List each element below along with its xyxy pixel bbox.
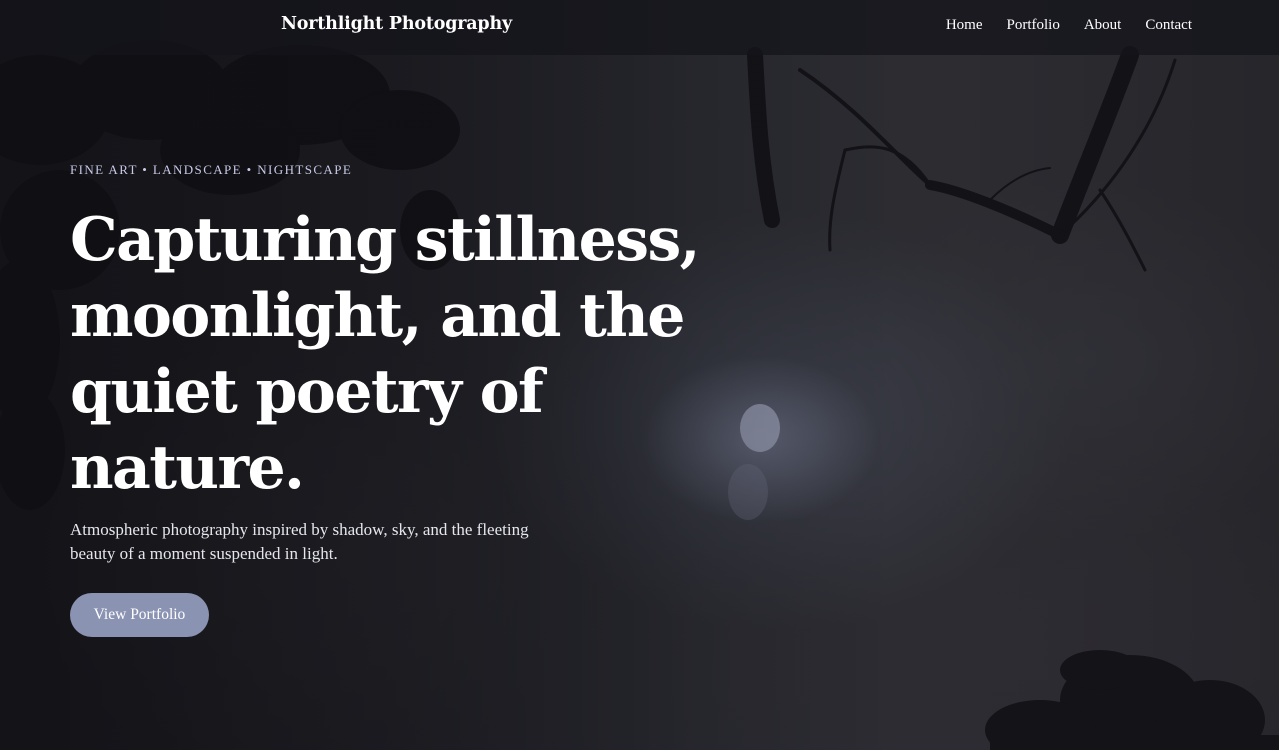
nav-link-contact[interactable]: Contact bbox=[1145, 17, 1192, 34]
hero-section: FINE ART • LANDSCAPE • NIGHTSCAPE Captur… bbox=[70, 162, 770, 637]
site-header: Northlight Photography Home Portfolio Ab… bbox=[0, 0, 1279, 55]
main-nav: Home Portfolio About Contact bbox=[946, 17, 1192, 34]
nav-link-portfolio[interactable]: Portfolio bbox=[1007, 17, 1060, 34]
site-logo-text[interactable]: Northlight Photography bbox=[281, 14, 512, 34]
hero-subtext: Atmospheric photography inspired by shad… bbox=[70, 520, 529, 563]
nav-link-home[interactable]: Home bbox=[946, 17, 983, 34]
view-portfolio-button[interactable]: View Portfolio bbox=[70, 593, 209, 637]
page: Northlight Photography Home Portfolio Ab… bbox=[0, 0, 1279, 750]
hero-headline: Capturing stillness, moonlight, and the … bbox=[70, 205, 701, 503]
hero-eyebrow: FINE ART • LANDSCAPE • NIGHTSCAPE bbox=[70, 162, 353, 177]
nav-link-about[interactable]: About bbox=[1084, 17, 1122, 34]
